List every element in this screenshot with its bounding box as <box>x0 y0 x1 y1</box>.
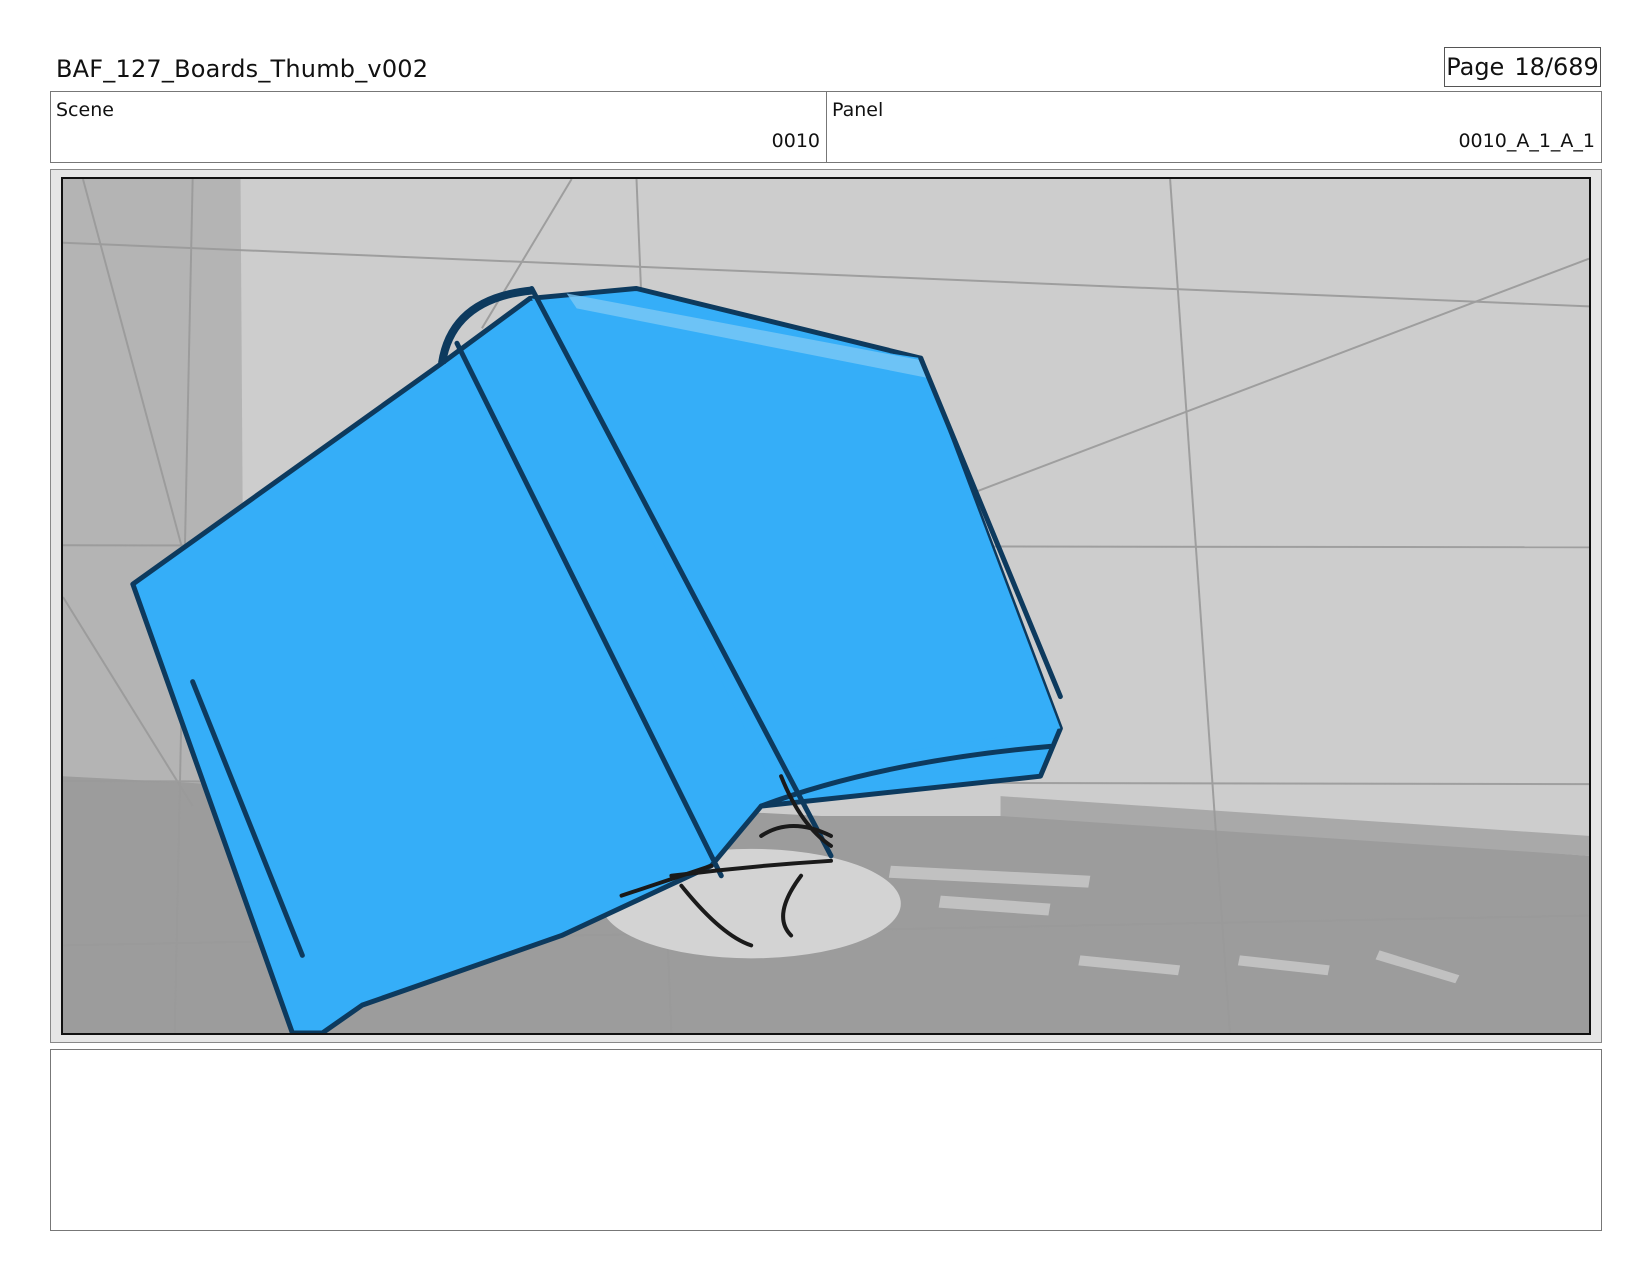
panel-label: Panel <box>832 99 884 121</box>
scene-cell: Scene 0010 <box>51 92 827 162</box>
info-row: Scene 0010 Panel 0010_A_1_A_1 <box>50 91 1602 163</box>
page-label: Page <box>1446 53 1505 81</box>
panel-number: 0010_A_1_A_1 <box>1458 130 1595 152</box>
page-indicator: Page 18/689 <box>1444 47 1601 87</box>
notes-box <box>50 1049 1602 1231</box>
storyboard-image <box>61 177 1591 1035</box>
page-number: 18/689 <box>1514 53 1599 81</box>
scene-number: 0010 <box>771 130 820 152</box>
scene-label: Scene <box>56 99 114 121</box>
panel-cell: Panel 0010_A_1_A_1 <box>827 92 1601 162</box>
storyboard-sketch-icon <box>63 179 1589 1033</box>
board-title: BAF_127_Boards_Thumb_v002 <box>56 55 429 83</box>
